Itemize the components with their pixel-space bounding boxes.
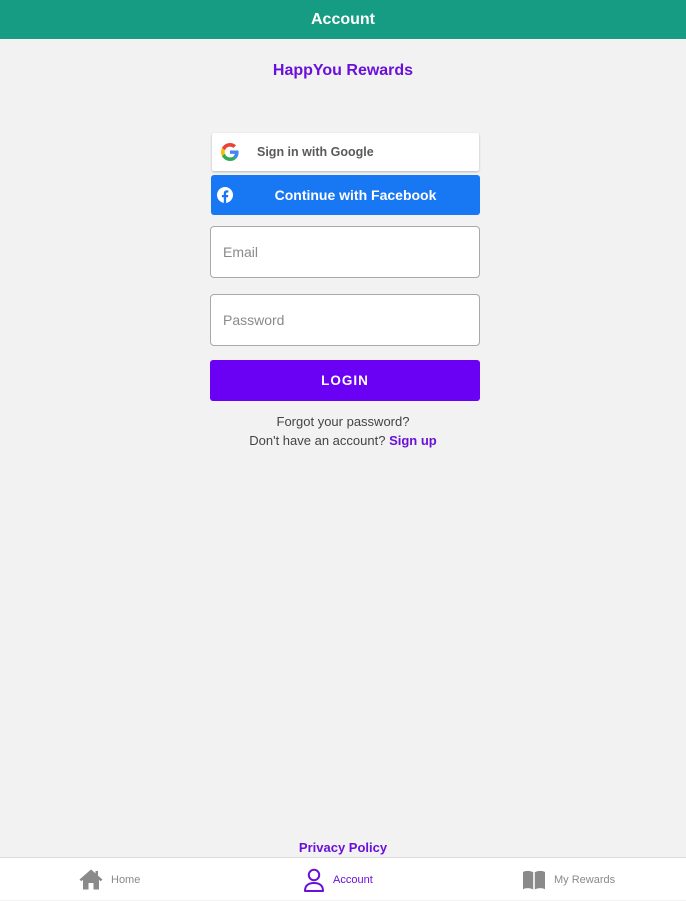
password-field[interactable] (210, 294, 480, 346)
signup-link[interactable]: Sign up (389, 433, 437, 448)
forgot-password-link[interactable]: Forgot your password? (0, 414, 686, 429)
header-title: Account (311, 10, 375, 28)
tab-my-rewards-label: My Rewards (554, 873, 616, 886)
brand-title: HappYou Rewards (272, 62, 414, 79)
tab-home-label: Home (111, 873, 141, 886)
email-field[interactable] (210, 226, 480, 278)
home-icon (79, 869, 103, 890)
facebook-continue-button[interactable]: Continue with Facebook (211, 175, 480, 215)
user-icon (304, 868, 324, 892)
privacy-policy-link[interactable]: Privacy Policy (0, 840, 686, 855)
login-button[interactable]: LOGIN (210, 360, 480, 401)
no-account-text: Don't have an account? (249, 433, 386, 448)
tab-my-rewards[interactable]: My Rewards (522, 858, 615, 901)
app-header: Account (0, 0, 686, 39)
tab-account[interactable]: Account (303, 858, 373, 901)
google-signin-button[interactable]: Sign in with Google (212, 133, 479, 171)
facebook-continue-label: Continue with Facebook (274, 187, 437, 203)
book-icon (523, 870, 545, 889)
google-icon (221, 143, 239, 161)
signup-row: Don't have an account? Sign up (0, 433, 686, 448)
tab-home[interactable]: Home (79, 858, 140, 901)
google-signin-label: Sign in with Google (257, 145, 374, 159)
tab-account-label: Account (333, 873, 373, 886)
bottom-tab-bar: Home Account My Rewards (0, 857, 686, 900)
